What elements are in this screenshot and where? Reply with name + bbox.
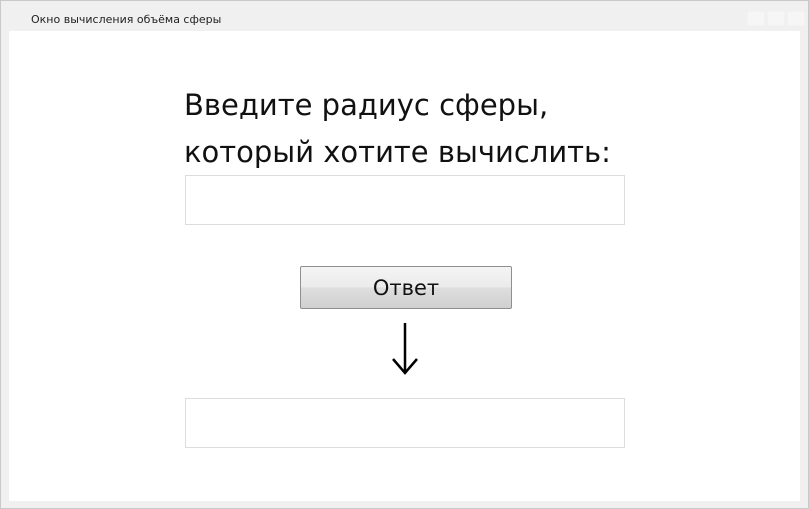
answer-button[interactable]: Ответ [300, 266, 512, 309]
radius-input[interactable] [185, 175, 625, 225]
maximize-button[interactable] [767, 11, 785, 26]
minimize-button[interactable] [747, 11, 765, 26]
prompt-line-1: Введите радиус сферы, [184, 88, 549, 122]
app-window: Окно вычисления объёма сферы Введите рад… [0, 0, 809, 509]
window-controls [747, 11, 805, 26]
prompt-line-2: который хотите вычислить: [184, 135, 611, 169]
result-output[interactable] [185, 398, 625, 448]
close-button[interactable] [787, 11, 805, 26]
client-area: Введите радиус сферы, который хотите выч… [9, 31, 800, 501]
arrow-down-icon [392, 323, 418, 375]
radius-prompt: Введите радиус сферы, который хотите выч… [184, 82, 664, 176]
title-bar[interactable]: Окно вычисления объёма сферы [1, 1, 808, 31]
window-title: Окно вычисления объёма сферы [31, 13, 222, 26]
